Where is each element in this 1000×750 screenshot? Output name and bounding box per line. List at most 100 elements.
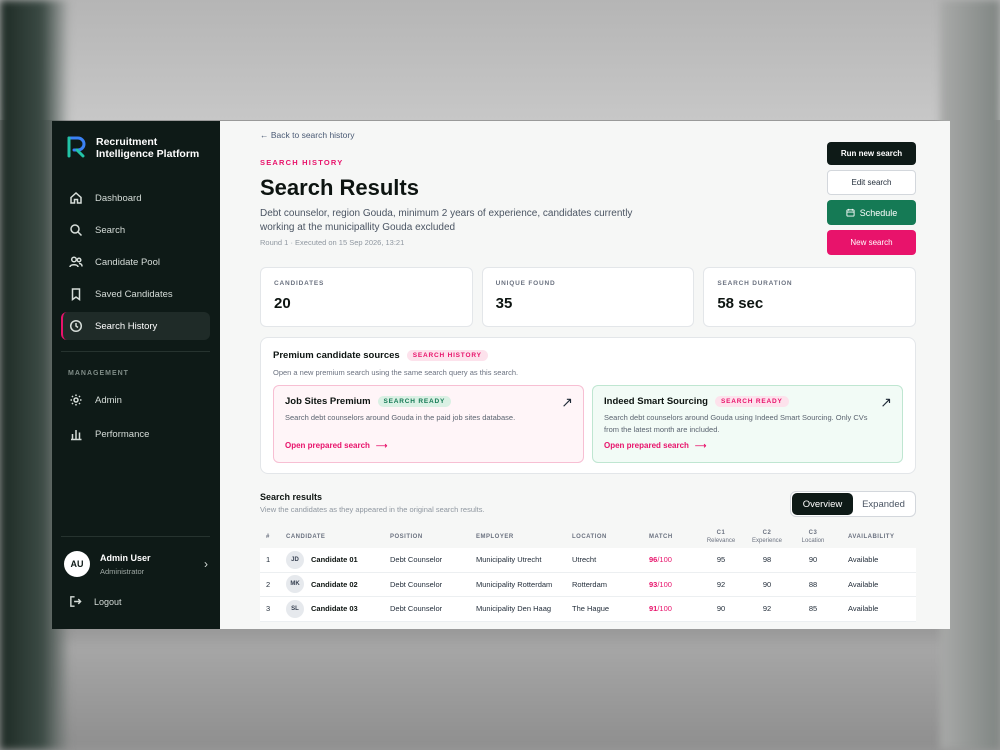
- stat-card-search-duration: SEARCH DURATION 58 sec: [703, 267, 917, 327]
- position-cell: Debt Counselor: [390, 555, 443, 565]
- sidebar-item-dashboard[interactable]: Dashboard: [61, 184, 210, 212]
- c2-cell: 92: [762, 604, 772, 614]
- column-header-sublabel: Experience: [751, 538, 783, 544]
- candidate-name[interactable]: Candidate 03: [311, 604, 358, 613]
- edit-search-button[interactable]: Edit search: [827, 170, 916, 195]
- results-header: Search results View the candidates as th…: [260, 492, 485, 514]
- action-buttons: Run new search Edit search Schedule New …: [827, 142, 916, 260]
- availability-cell: Available: [848, 579, 879, 589]
- premium-card-title-text: Job Sites Premium: [285, 396, 371, 407]
- brand: Recruitment Intelligence Platform: [52, 121, 220, 160]
- location-cell: The Hague: [572, 604, 610, 614]
- external-link-icon[interactable]: ↗: [880, 394, 892, 411]
- sidebar-item-label: Candidate Pool: [95, 256, 160, 268]
- row-number: 3: [266, 604, 271, 614]
- candidate-cell: JD Candidate 01: [286, 550, 390, 569]
- column-header[interactable]: POSITION: [390, 534, 476, 540]
- results-title: Search results: [260, 492, 323, 502]
- external-link-icon[interactable]: ↗: [561, 394, 573, 411]
- premium-card-description: Search debt counselors around Gouda in t…: [285, 413, 516, 422]
- logout-button[interactable]: Logout: [69, 595, 122, 608]
- schedule-button[interactable]: Schedule: [827, 200, 916, 225]
- stat-value: 58 sec: [717, 295, 764, 312]
- column-header[interactable]: MATCH: [649, 534, 698, 540]
- sidebar-item-label: Performance: [95, 428, 150, 440]
- page-title: Search Results: [260, 175, 419, 200]
- search-icon: [70, 224, 83, 237]
- view-toggle: Overview Expanded: [790, 491, 916, 517]
- back-to-search-history-link[interactable]: ← Back to search history: [260, 130, 354, 140]
- c3-cell: 90: [808, 555, 818, 565]
- candidate-name[interactable]: Candidate 01: [311, 555, 358, 564]
- column-header[interactable]: CANDIDATE: [286, 534, 390, 540]
- status-badge: SEARCH READY: [377, 396, 452, 407]
- stat-card-candidates: CANDIDATES 20: [260, 267, 473, 327]
- user-menu[interactable]: AU Admin User Administrator ›: [64, 551, 208, 577]
- sidebar: Recruitment Intelligence Platform Dashbo…: [52, 121, 220, 629]
- divider: [61, 536, 210, 537]
- user-role: Administrator: [100, 566, 145, 576]
- management-section-label: MANAGEMENT: [68, 370, 129, 377]
- results-subtitle: View the candidates as they appeared in …: [260, 505, 485, 514]
- logout-label: Logout: [94, 596, 122, 607]
- status-badge: SEARCH READY: [715, 396, 789, 407]
- sidebar-item-candidate-pool[interactable]: Candidate Pool: [61, 248, 210, 276]
- overview-toggle-button[interactable]: Overview: [792, 493, 853, 515]
- column-header-c1[interactable]: C1 Relevance: [698, 530, 744, 544]
- premium-card-title: Indeed Smart Sourcing SEARCH READY: [604, 396, 891, 407]
- eyebrow-label: SEARCH HISTORY: [260, 158, 344, 167]
- column-header-c3[interactable]: C3 Location: [790, 530, 836, 544]
- search-description: Debt counselor, region Gouda, minimum 2 …: [260, 208, 633, 233]
- run-new-search-button[interactable]: Run new search: [827, 142, 916, 165]
- availability-cell: Available: [848, 555, 879, 565]
- search-meta: Round 1 · Executed on 15 Sep 2026, 13:21: [260, 238, 405, 247]
- c1-cell: 90: [716, 604, 726, 614]
- user-name: Admin User: [100, 552, 151, 563]
- c1-cell: 92: [716, 579, 726, 589]
- availability-cell: Available: [848, 604, 879, 614]
- expanded-toggle-button[interactable]: Expanded: [853, 493, 914, 515]
- match-max: /100: [657, 555, 672, 565]
- brand-logo-icon: [67, 136, 86, 158]
- status-badge: SEARCH HISTORY: [406, 350, 488, 361]
- sidebar-item-admin[interactable]: Admin: [61, 386, 210, 414]
- table-row[interactable]: 2 MK Candidate 02 Debt Counselor Municip…: [260, 572, 916, 597]
- employer-cell: Municipality Den Haag: [476, 604, 552, 614]
- column-header-c2[interactable]: C2 Experience: [744, 530, 790, 544]
- app-window: Recruitment Intelligence Platform Dashbo…: [52, 121, 950, 629]
- new-search-button[interactable]: New search: [827, 230, 916, 255]
- bar-chart-icon: [71, 430, 82, 441]
- premium-card-title-text: Indeed Smart Sourcing: [604, 396, 708, 407]
- column-header-sublabel: Location: [801, 538, 825, 544]
- divider: [61, 351, 210, 352]
- column-header-sublabel: Relevance: [706, 538, 736, 544]
- premium-card-description: Search debt counselors around Gouda usin…: [604, 413, 868, 434]
- table-row[interactable]: 1 JD Candidate 01 Debt Counselor Municip…: [260, 548, 916, 573]
- table-row[interactable]: 3 SL Candidate 03 Debt Counselor Municip…: [260, 597, 916, 622]
- sidebar-item-performance[interactable]: Performance: [61, 420, 210, 448]
- sidebar-item-saved-candidates[interactable]: Saved Candidates: [61, 280, 210, 308]
- sidebar-item-label: Saved Candidates: [95, 288, 173, 300]
- sidebar-item-search-history[interactable]: Search History: [61, 312, 210, 340]
- column-header[interactable]: #: [260, 534, 286, 540]
- main-nav: Dashboard Search Candidate Pool Saved Ca…: [61, 184, 210, 344]
- column-header-label: C2: [762, 530, 772, 536]
- premium-card-indeed[interactable]: Indeed Smart Sourcing SEARCH READY Searc…: [592, 385, 903, 463]
- stat-label: UNIQUE FOUND: [495, 280, 556, 287]
- open-prepared-search-link[interactable]: Open prepared search ⟶: [285, 441, 387, 450]
- stat-value: 20: [274, 295, 291, 312]
- c3-cell: 85: [808, 604, 818, 614]
- stat-value: 35: [495, 295, 513, 312]
- arrow-right-icon: ⟶: [694, 441, 707, 450]
- column-header[interactable]: EMPLOYER: [476, 534, 572, 540]
- column-header-label: C3: [808, 530, 818, 536]
- open-prepared-search-link[interactable]: Open prepared search ⟶: [604, 441, 706, 450]
- employer-cell: Municipality Rotterdam: [476, 579, 553, 589]
- column-header[interactable]: LOCATION: [572, 534, 649, 540]
- calendar-icon: [846, 208, 855, 217]
- sidebar-item-search[interactable]: Search: [61, 216, 210, 244]
- candidate-name[interactable]: Candidate 02: [311, 580, 358, 589]
- column-header[interactable]: AVAILABILITY: [836, 534, 916, 540]
- premium-card-job-sites[interactable]: Job Sites Premium SEARCH READY Search de…: [273, 385, 584, 463]
- location-cell: Rotterdam: [572, 579, 608, 589]
